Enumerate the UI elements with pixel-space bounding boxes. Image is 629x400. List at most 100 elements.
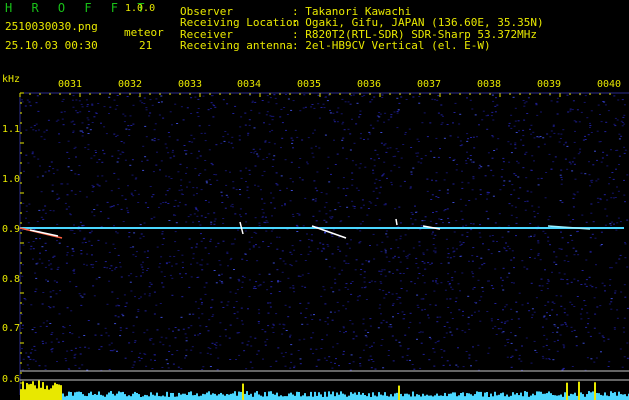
noise-pixel (132, 331, 135, 333)
noise-pixel (369, 355, 372, 357)
noise-pixel (315, 220, 318, 222)
noise-pixel (131, 159, 134, 161)
noise-pixel (126, 207, 128, 209)
noise-pixel (128, 342, 131, 344)
noise-pixel (452, 122, 454, 124)
histogram-bar (138, 394, 140, 400)
noise-pixel (467, 157, 469, 159)
noise-pixel (264, 344, 267, 346)
noise-pixel (338, 273, 341, 275)
noise-pixel (418, 102, 421, 104)
histogram-bar (178, 392, 180, 400)
noise-pixel (132, 254, 135, 256)
noise-pixel (91, 266, 94, 268)
noise-pixel (182, 119, 185, 121)
noise-pixel (123, 121, 126, 123)
noise-pixel (432, 280, 434, 282)
noise-pixel (367, 359, 370, 361)
histogram-bar (516, 393, 518, 400)
noise-pixel (330, 361, 333, 363)
noise-pixel (462, 242, 465, 244)
noise-pixel (581, 270, 584, 271)
noise-pixel (350, 293, 353, 295)
noise-pixel (611, 172, 614, 173)
noise-pixel (355, 187, 358, 189)
noise-pixel (506, 356, 509, 358)
noise-pixel (241, 258, 244, 260)
noise-pixel (231, 136, 234, 138)
noise-pixel (75, 286, 78, 288)
noise-pixel (378, 270, 381, 272)
noise-pixel (388, 261, 391, 263)
noise-pixel (326, 334, 328, 336)
noise-pixel (547, 240, 550, 242)
histogram-bar (198, 396, 200, 400)
noise-pixel (188, 286, 191, 288)
noise-pixel (331, 367, 334, 369)
noise-pixel (422, 253, 425, 255)
noise-pixel (517, 176, 520, 178)
noise-pixel (162, 202, 165, 203)
noise-pixel (291, 213, 294, 215)
noise-pixel (508, 122, 511, 124)
noise-pixel (560, 248, 563, 250)
noise-pixel (561, 179, 563, 181)
noise-pixel (586, 312, 589, 314)
noise-pixel (380, 271, 383, 273)
noise-pixel (364, 166, 367, 168)
noise-pixel (45, 342, 47, 344)
noise-pixel (456, 164, 459, 165)
noise-pixel (455, 169, 458, 171)
noise-pixel (342, 305, 345, 307)
noise-pixel (584, 139, 587, 140)
noise-pixel (91, 122, 94, 123)
noise-pixel (381, 269, 384, 271)
noise-pixel (299, 358, 302, 360)
noise-pixel (174, 327, 177, 328)
noise-pixel (431, 233, 434, 235)
histogram-bar (594, 382, 596, 400)
noise-pixel (267, 325, 270, 327)
noise-pixel (121, 313, 124, 315)
histogram-bar (28, 384, 30, 400)
histogram-bar (458, 395, 460, 400)
noise-pixel (550, 130, 553, 132)
noise-pixel (55, 338, 58, 340)
histogram-bar (446, 396, 448, 400)
noise-pixel (553, 341, 556, 343)
noise-pixel (611, 192, 614, 194)
noise-pixel (466, 133, 469, 135)
noise-pixel (286, 114, 289, 115)
noise-pixel (304, 197, 307, 199)
noise-pixel (544, 232, 547, 234)
noise-pixel (57, 119, 60, 121)
noise-pixel (307, 272, 310, 274)
noise-pixel (103, 126, 106, 128)
noise-pixel (124, 357, 127, 359)
noise-pixel (516, 160, 518, 162)
noise-pixel (44, 250, 47, 252)
histogram-bar (324, 391, 326, 400)
noise-pixel (159, 203, 162, 205)
noise-pixel (307, 302, 310, 304)
noise-pixel (472, 276, 475, 278)
noise-pixel (513, 189, 516, 191)
noise-pixel (292, 285, 295, 287)
noise-pixel (435, 196, 438, 198)
noise-pixel (333, 119, 336, 121)
noise-pixel (187, 327, 190, 329)
histogram-bar (164, 396, 166, 400)
noise-pixel (355, 123, 358, 125)
noise-pixel (145, 107, 148, 109)
noise-pixel (384, 248, 387, 250)
noise-pixel (239, 214, 241, 216)
noise-pixel (434, 342, 437, 344)
noise-pixel (394, 155, 397, 157)
histogram-bar (542, 393, 544, 400)
noise-pixel (617, 217, 620, 219)
noise-pixel (466, 231, 469, 233)
noise-pixel (365, 260, 368, 262)
noise-pixel (556, 97, 559, 99)
noise-pixel (523, 266, 526, 268)
noise-pixel (390, 181, 393, 183)
